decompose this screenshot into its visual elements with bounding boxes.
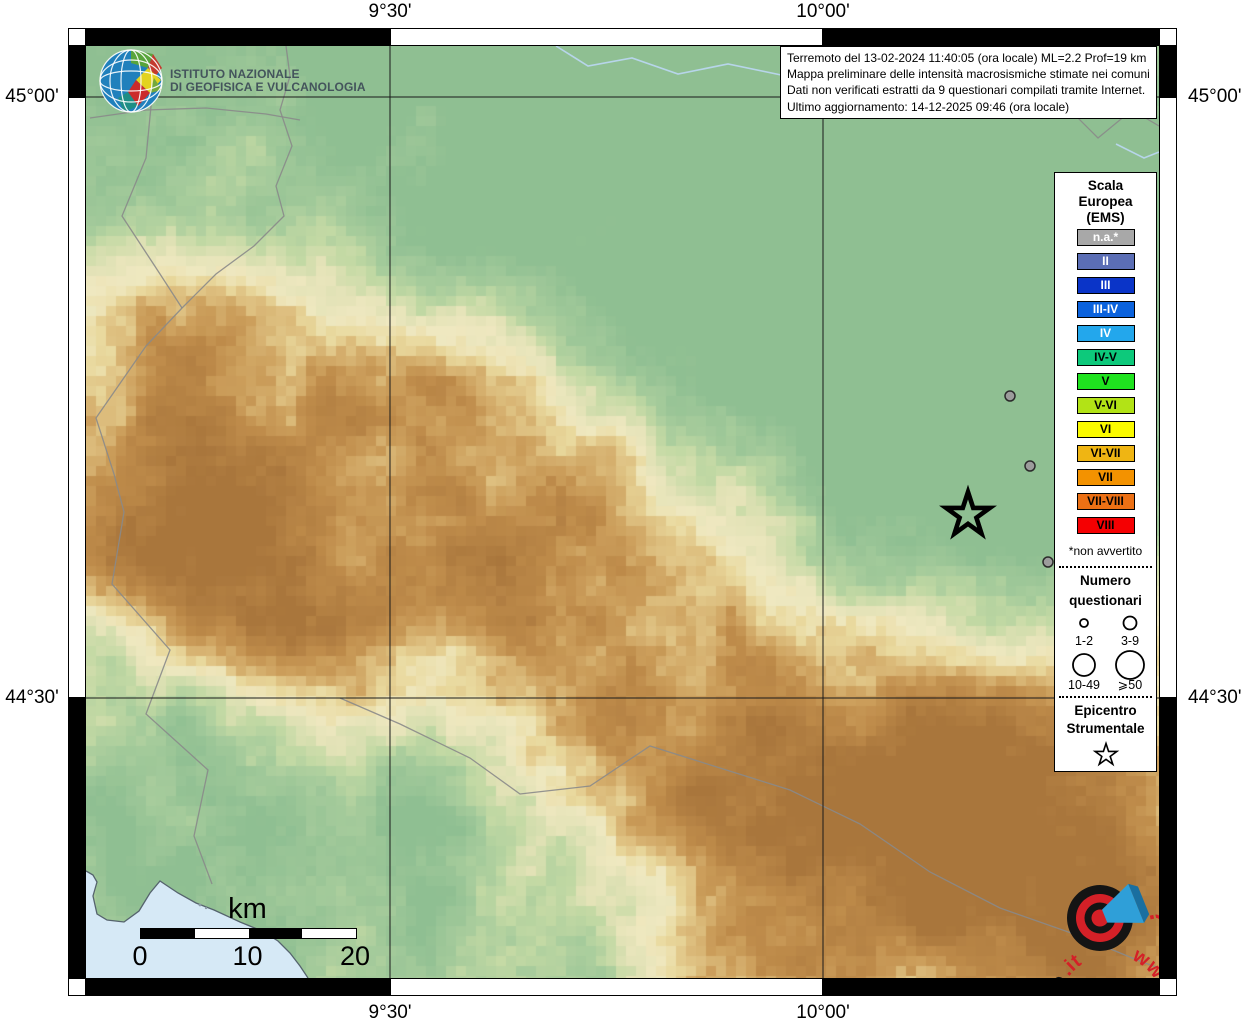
watermark-www: www. (1123, 937, 1159, 978)
axis-label-bottom: 9°30' (368, 1002, 412, 1023)
legend-title-line3: (EMS) (1086, 210, 1125, 225)
axis-label-left: 44°30' (5, 687, 59, 708)
ems-chip-vvi: V-VI (1076, 397, 1135, 414)
ems-chip-viii: VIII (1076, 517, 1135, 534)
map-overlay (86, 46, 1159, 978)
info-line-map-type: Mappa preliminare delle intensità macros… (787, 67, 1150, 82)
ems-chip-v: V (1076, 373, 1135, 390)
questionnaire-size-circle (1122, 615, 1138, 631)
watermark-tld: .it (1052, 948, 1088, 978)
axis-label-right: 44°30' (1188, 687, 1242, 708)
map-frame-segment (68, 698, 86, 978)
questionnaire-size-circle (1072, 653, 1096, 677)
map-frame-segment (1159, 46, 1177, 97)
questionnaire-size-circle (1079, 618, 1089, 628)
epicenter-star (939, 484, 997, 540)
axis-label-top: 9°30' (368, 1, 412, 22)
axis-label-right: 45°00' (1188, 86, 1242, 107)
questionnaire-size-label: 1-2 (1075, 634, 1093, 648)
macroseismic-map-page: ISTITUTO NAZIONALE DI GEOFISICA E VULCAN… (0, 0, 1257, 1024)
observation-point (1042, 556, 1054, 568)
info-line-event: Terremoto del 13-02-2024 11:40:05 (ora l… (787, 51, 1147, 65)
map-frame-segment (1159, 698, 1177, 978)
map-frame-segment (86, 28, 390, 46)
scale-segment (302, 929, 356, 938)
scale-segment (194, 929, 249, 938)
river-line (1115, 143, 1159, 159)
observation-point (1004, 390, 1016, 402)
ingv-globe-icon (99, 49, 163, 113)
map-frame-segment (1159, 28, 1177, 46)
axis-label-top: 10°00' (796, 1, 850, 22)
ingv-title-line2: DI GEOFISICA E VULCANOLOGIA (170, 80, 366, 94)
map-frame-segment (823, 978, 1159, 996)
questionnaire-title-line1: Numero (1079, 573, 1131, 588)
scale-tick-label: 0 (132, 941, 148, 971)
ems-chip-ii: II (1076, 253, 1135, 270)
map-frame-segment (390, 978, 823, 996)
legend-footnote: *non avvertito (1068, 544, 1143, 558)
observation-point (1024, 460, 1036, 472)
questionnaire-title-line2: questionari (1069, 593, 1142, 608)
map-frame-segment (823, 28, 1159, 46)
scale-bar-unit-label: km (228, 893, 267, 925)
map-frame-segment (68, 97, 86, 698)
ems-chip-vii: VII (1076, 469, 1135, 486)
admin-boundary-line (95, 46, 293, 885)
legend-divider (1059, 696, 1152, 698)
questionnaire-size-label: ⩾50 (1118, 678, 1142, 691)
scale-tick-label: 20 (339, 941, 371, 971)
map-frame-segment (68, 28, 86, 46)
ems-chip-na: n.a.* (1076, 229, 1135, 246)
questionnaire-size-key: 1-2 3-9 10-49 ⩾50 (1055, 611, 1156, 691)
ems-chip-iiiiv: III-IV (1076, 301, 1135, 318)
haisentitoilterremoto-logo: www. haisentitoilterremoto .it ? (1026, 883, 1159, 978)
axis-label-bottom: 10°00' (796, 1002, 850, 1023)
info-line-data-source: Dati non verificati estratti da 9 questi… (787, 83, 1146, 98)
info-line-updated: Ultimo aggiornamento: 14-12-2025 09:46 (… (787, 99, 1070, 114)
questionnaire-size-circle (1115, 650, 1145, 680)
map-frame-segment (68, 978, 86, 996)
epicenter-star-glyph (1092, 740, 1120, 767)
ingv-title: ISTITUTO NAZIONALE DI GEOFISICA E VULCAN… (170, 68, 366, 94)
ems-chip-iv: IV (1076, 325, 1135, 342)
map-frame-segment (390, 28, 823, 46)
ems-chip-ivv: IV-V (1076, 349, 1135, 366)
ems-chip-iii: III (1076, 277, 1135, 294)
map-frame-segment (1159, 978, 1177, 996)
legend-panel: Scala Europea (EMS) n.a.* II III III-IV IV IV… (1054, 172, 1157, 772)
scale-tick-label: 10 (232, 941, 263, 971)
legend-title-line2: Europea (1078, 194, 1133, 209)
scale-segment (141, 929, 195, 938)
river-line (555, 46, 787, 77)
ems-chip-vivii: VI-VII (1076, 445, 1135, 462)
ems-chip-vi: VI (1076, 421, 1135, 438)
questionnaire-size-label: 3-9 (1121, 634, 1139, 648)
ingv-logo: ISTITUTO NAZIONALE DI GEOFISICA E VULCAN… (98, 48, 366, 114)
axis-label-left: 45°00' (5, 86, 59, 107)
map-frame-segment (1159, 97, 1177, 698)
epicenter-title-line1: Epicentro (1074, 703, 1137, 718)
epicenter-title-line2: Strumentale (1066, 721, 1145, 736)
questionnaire-size-label: 10-49 (1068, 678, 1100, 691)
earthquake-info-box: Terremoto del 13-02-2024 11:40:05 (ora l… (780, 46, 1157, 119)
map-frame-segment (68, 46, 86, 97)
map-frame-segment (86, 978, 390, 996)
epicenter-star-icon (1092, 740, 1120, 767)
scale-segment (248, 929, 303, 938)
legend-title-line1: Scala (1087, 178, 1124, 193)
scale-bar-segments (140, 928, 357, 939)
ems-chip-viiviii: VII-VIII (1076, 493, 1135, 510)
ems-scale-chips: n.a.* II III III-IV IV IV-V V V-VI VI VI-VII VII VI… (1055, 229, 1156, 541)
map-area: ISTITUTO NAZIONALE DI GEOFISICA E VULCAN… (86, 46, 1159, 978)
legend-divider (1059, 566, 1152, 568)
